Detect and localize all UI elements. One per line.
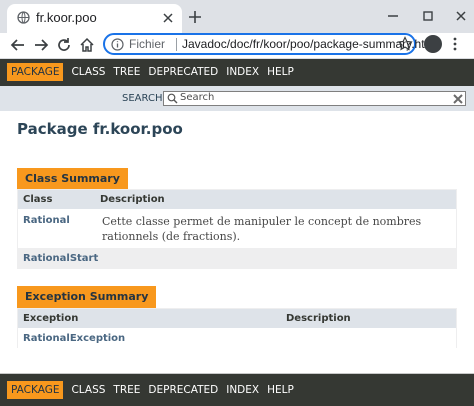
close-icon[interactable] (161, 11, 175, 25)
nav-item-deprecated[interactable]: DEPRECATED (148, 66, 218, 78)
nav-item-tree[interactable]: TREE (113, 384, 140, 396)
column-header-class: Class (23, 194, 53, 205)
search-icon (167, 93, 178, 104)
reload-icon[interactable] (56, 37, 72, 53)
class-summary-caption: Class Summary (17, 168, 128, 190)
search-input[interactable]: Search (163, 91, 466, 106)
column-header-description: Description (100, 194, 165, 205)
profile-avatar[interactable] (424, 35, 442, 53)
nav-item-class[interactable]: CLASS (71, 384, 105, 396)
search-label: SEARCH: (122, 93, 166, 104)
tab-title: fr.koor.poo (36, 10, 97, 25)
back-arrow-icon[interactable] (10, 37, 26, 53)
nav-item-help[interactable]: HELP (267, 66, 294, 78)
sub-navigation: SEARCH: Search (0, 86, 474, 111)
nav-item-package: PACKAGE (7, 381, 64, 399)
exception-link-rationalexception[interactable]: RationalException (23, 333, 125, 344)
table-row: Rational Cette classe permet de manipule… (18, 209, 456, 248)
info-icon[interactable] (111, 38, 124, 51)
table-row: RationalException (18, 328, 456, 348)
table-row: RationalStart (18, 248, 456, 269)
table-header: Class Description (18, 190, 456, 209)
browser-tab[interactable]: fr.koor.poo (7, 4, 182, 33)
class-summary-table: Class Description Rational Cette classe … (17, 189, 457, 269)
address-bar[interactable]: Fichier Javadoc/doc/fr/koor/poo/package-… (103, 33, 437, 55)
page-title: Package fr.koor.poo (17, 120, 183, 138)
exception-summary-table: Exception Description RationalException (17, 308, 457, 348)
table-header: Exception Description (18, 309, 456, 328)
maximize-icon[interactable] (421, 9, 435, 23)
nav-item-help[interactable]: HELP (267, 384, 294, 396)
class-link-rationalstart[interactable]: RationalStart (23, 253, 98, 264)
kebab-menu-icon[interactable] (452, 37, 458, 51)
search-placeholder: Search (180, 92, 215, 103)
column-header-description: Description (286, 313, 351, 324)
new-tab-icon[interactable] (188, 10, 202, 24)
nav-item-package: PACKAGE (7, 63, 64, 81)
class-link-rational[interactable]: Rational (23, 215, 70, 226)
nav-item-index[interactable]: INDEX (226, 384, 259, 396)
minimize-icon[interactable] (386, 9, 400, 23)
class-description: Cette classe permet de manipuler le conc… (102, 215, 422, 243)
globe-icon (17, 11, 30, 24)
address-divider (176, 38, 177, 51)
column-header-exception: Exception (23, 313, 79, 324)
nav-item-index[interactable]: INDEX (226, 66, 259, 78)
reset-search-icon[interactable] (453, 94, 463, 104)
nav-item-tree[interactable]: TREE (113, 66, 140, 78)
home-icon[interactable] (79, 37, 95, 53)
window-close-icon[interactable] (454, 9, 468, 23)
javadoc-bottom-navbar: PACKAGE CLASS TREE DEPRECATED INDEX HELP (0, 374, 474, 406)
exception-summary-caption: Exception Summary (17, 286, 157, 308)
bookmark-star-icon[interactable] (397, 36, 413, 52)
browser-tabstrip: fr.koor.poo (0, 0, 474, 33)
nav-item-class[interactable]: CLASS (71, 66, 105, 78)
javadoc-top-navbar: PACKAGE CLASS TREE DEPRECATED INDEX HELP (0, 59, 474, 86)
address-scheme: Fichier (129, 37, 166, 51)
forward-arrow-icon[interactable] (33, 37, 49, 53)
nav-item-deprecated[interactable]: DEPRECATED (148, 384, 218, 396)
